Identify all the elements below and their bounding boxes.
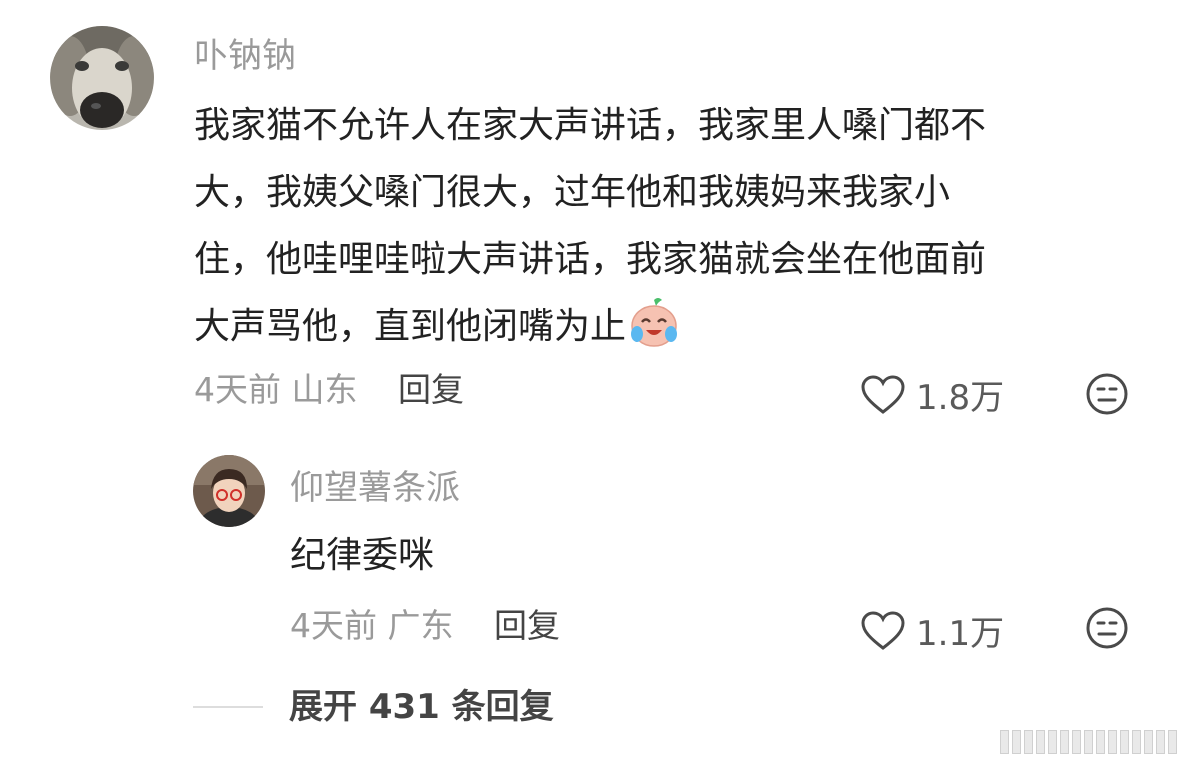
commenter-avatar[interactable] <box>50 26 154 130</box>
like-count: 1.8万 <box>916 378 1005 418</box>
expand-divider <box>193 706 263 708</box>
comment-line-text: 大声骂他，直到他闭嘴为止 <box>194 306 627 347</box>
watermark-stripes <box>1000 730 1179 754</box>
reply-like-count: 1.1万 <box>916 614 1005 654</box>
expand-replies-button[interactable]: 展开 431 条回复 <box>289 687 554 727</box>
comment-body: 我家猫不允许人在家大声讲话，我家里人嗓门都不 大，我姨父嗓门很大，过年他和我姨妈… <box>194 92 986 360</box>
reply-button[interactable]: 回复 <box>398 370 464 409</box>
reply-like-button[interactable]: 1.1万 <box>860 606 1004 655</box>
laughing-crying-emoji-icon <box>631 298 678 347</box>
comment-meta: 4天前 山东 回复 <box>194 370 464 410</box>
comment-line: 大，我姨父嗓门很大，过年他和我姨妈来我家小 <box>194 172 951 213</box>
comment-line: 住，他哇哩哇啦大声讲话，我家猫就会坐在他面前 <box>194 239 987 280</box>
dislike-face-icon[interactable] <box>1085 372 1129 416</box>
reply-time: 4天前 <box>290 606 377 645</box>
reply-to-reply-button[interactable]: 回复 <box>494 606 560 645</box>
reply-text: 纪律委咪 <box>290 535 435 576</box>
replier-avatar[interactable] <box>193 455 265 527</box>
person-avatar-icon <box>193 455 265 527</box>
reply-dislike-face-icon[interactable] <box>1085 606 1129 650</box>
reply-body: 纪律委咪 <box>290 522 434 589</box>
heart-icon <box>861 610 905 650</box>
comment-line-last: 大声骂他，直到他闭嘴为止 <box>194 293 986 360</box>
heart-icon <box>861 374 905 414</box>
husky-dog-avatar-icon <box>50 26 154 130</box>
reply-location: 广东 <box>387 606 454 645</box>
comment-line: 我家猫不允许人在家大声讲话，我家里人嗓门都不 <box>194 105 987 146</box>
replier-name[interactable]: 仰望薯条派 <box>290 468 460 508</box>
comment-time: 4天前 <box>194 370 281 409</box>
comment-location: 山东 <box>291 370 358 409</box>
reply-meta: 4天前 广东 回复 <box>290 606 560 646</box>
like-button[interactable]: 1.8万 <box>860 370 1004 419</box>
commenter-name[interactable]: 卟钠钠 <box>194 36 296 76</box>
